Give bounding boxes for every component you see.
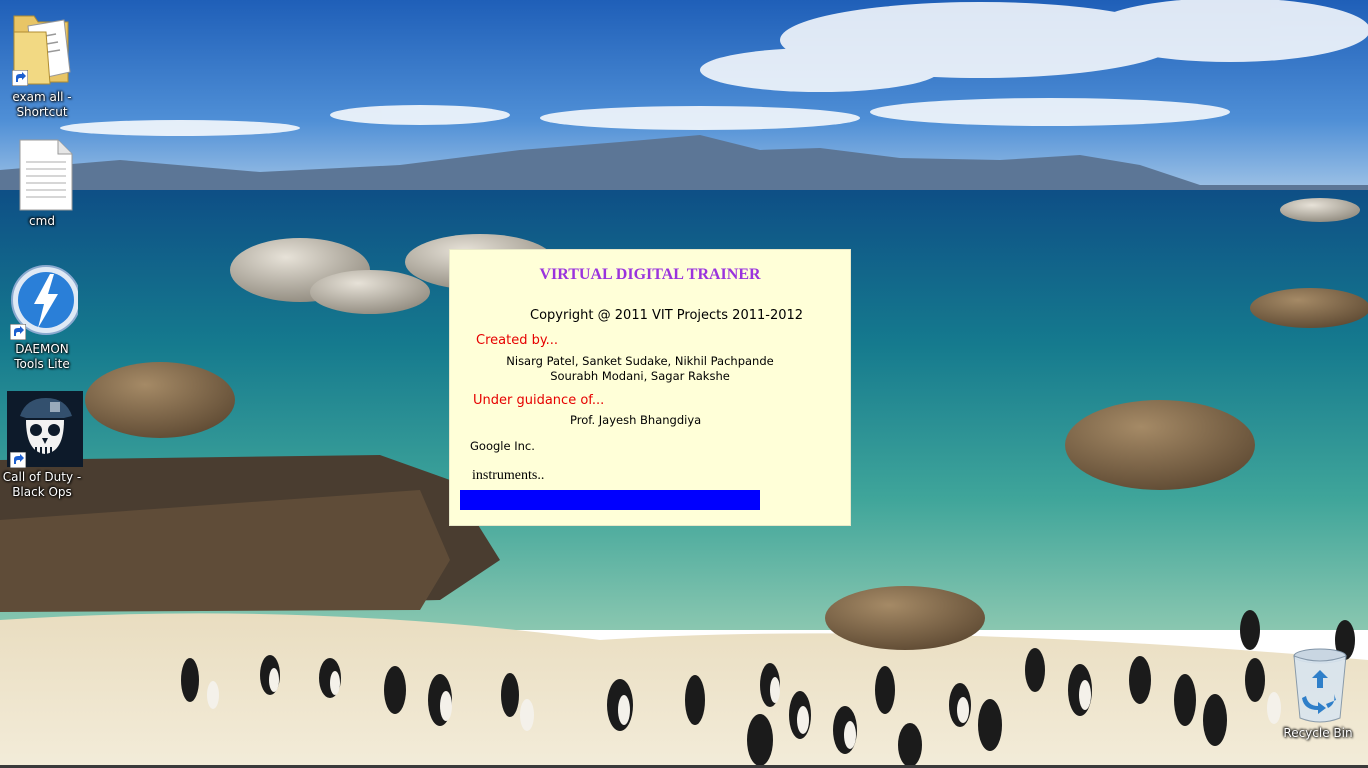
text-file-icon	[19, 139, 73, 211]
loading-status-text: instruments..	[472, 468, 545, 483]
recycle-bin-icon	[1293, 648, 1347, 723]
desktop-icon-recycle-bin[interactable]: Recycle Bin	[1278, 644, 1358, 741]
splash-screen: VIRTUAL DIGITAL TRAINER Copyright @ 2011…	[450, 250, 850, 525]
desktop-icon-label: DAEMON Tools Lite	[14, 342, 70, 371]
company-name: Google Inc.	[470, 439, 535, 453]
shortcut-arrow-icon	[10, 452, 26, 468]
desktop-icon-daemon-tools-lite[interactable]: DAEMON Tools Lite	[2, 262, 82, 372]
desktop-icon-label: cmd	[29, 214, 55, 228]
splash-title: VIRTUAL DIGITAL TRAINER	[539, 266, 761, 283]
guide-name: Prof. Jayesh Bhangdiya	[570, 413, 702, 427]
creators-line-2: Sourabh Modani, Sagar Rakshe	[550, 369, 730, 383]
desktop-icon-call-of-duty-black-ops[interactable]: Call of Duty - Black Ops	[2, 390, 83, 500]
copyright-text: Copyright @ 2011 VIT Projects 2011-2012	[530, 308, 804, 323]
desktop-icon-label: Call of Duty - Black Ops	[2, 470, 82, 499]
desktop-icon-label: Recycle Bin	[1283, 726, 1353, 740]
desktop-icon-cmd[interactable]: cmd	[2, 138, 82, 229]
creators-line-1: Nisarg Patel, Sanket Sudake, Nikhil Pach…	[506, 354, 774, 368]
progress-fill	[460, 490, 761, 510]
shortcut-arrow-icon	[12, 70, 28, 86]
desktop-icon-exam-all-shortcut[interactable]: exam all - Shortcut	[2, 2, 82, 120]
desktop-icon-label: exam all - Shortcut	[12, 90, 72, 119]
shortcut-arrow-icon	[10, 324, 26, 340]
guidance-label: Under guidance of...	[473, 393, 605, 408]
created-by-label: Created by...	[476, 333, 559, 348]
loading-progress-bar	[460, 490, 840, 510]
